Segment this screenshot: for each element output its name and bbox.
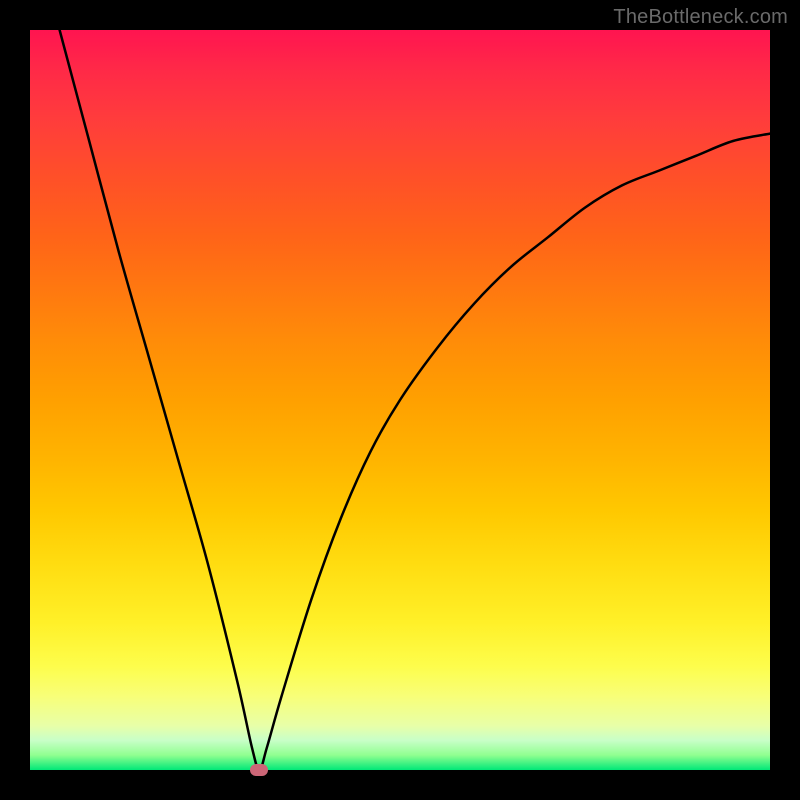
plot-area	[30, 30, 770, 770]
watermark-text: TheBottleneck.com	[613, 6, 788, 29]
bottleneck-curve	[60, 30, 770, 770]
curve-layer	[30, 30, 770, 770]
optimum-marker	[250, 764, 268, 776]
chart-frame: TheBottleneck.com	[0, 0, 800, 800]
